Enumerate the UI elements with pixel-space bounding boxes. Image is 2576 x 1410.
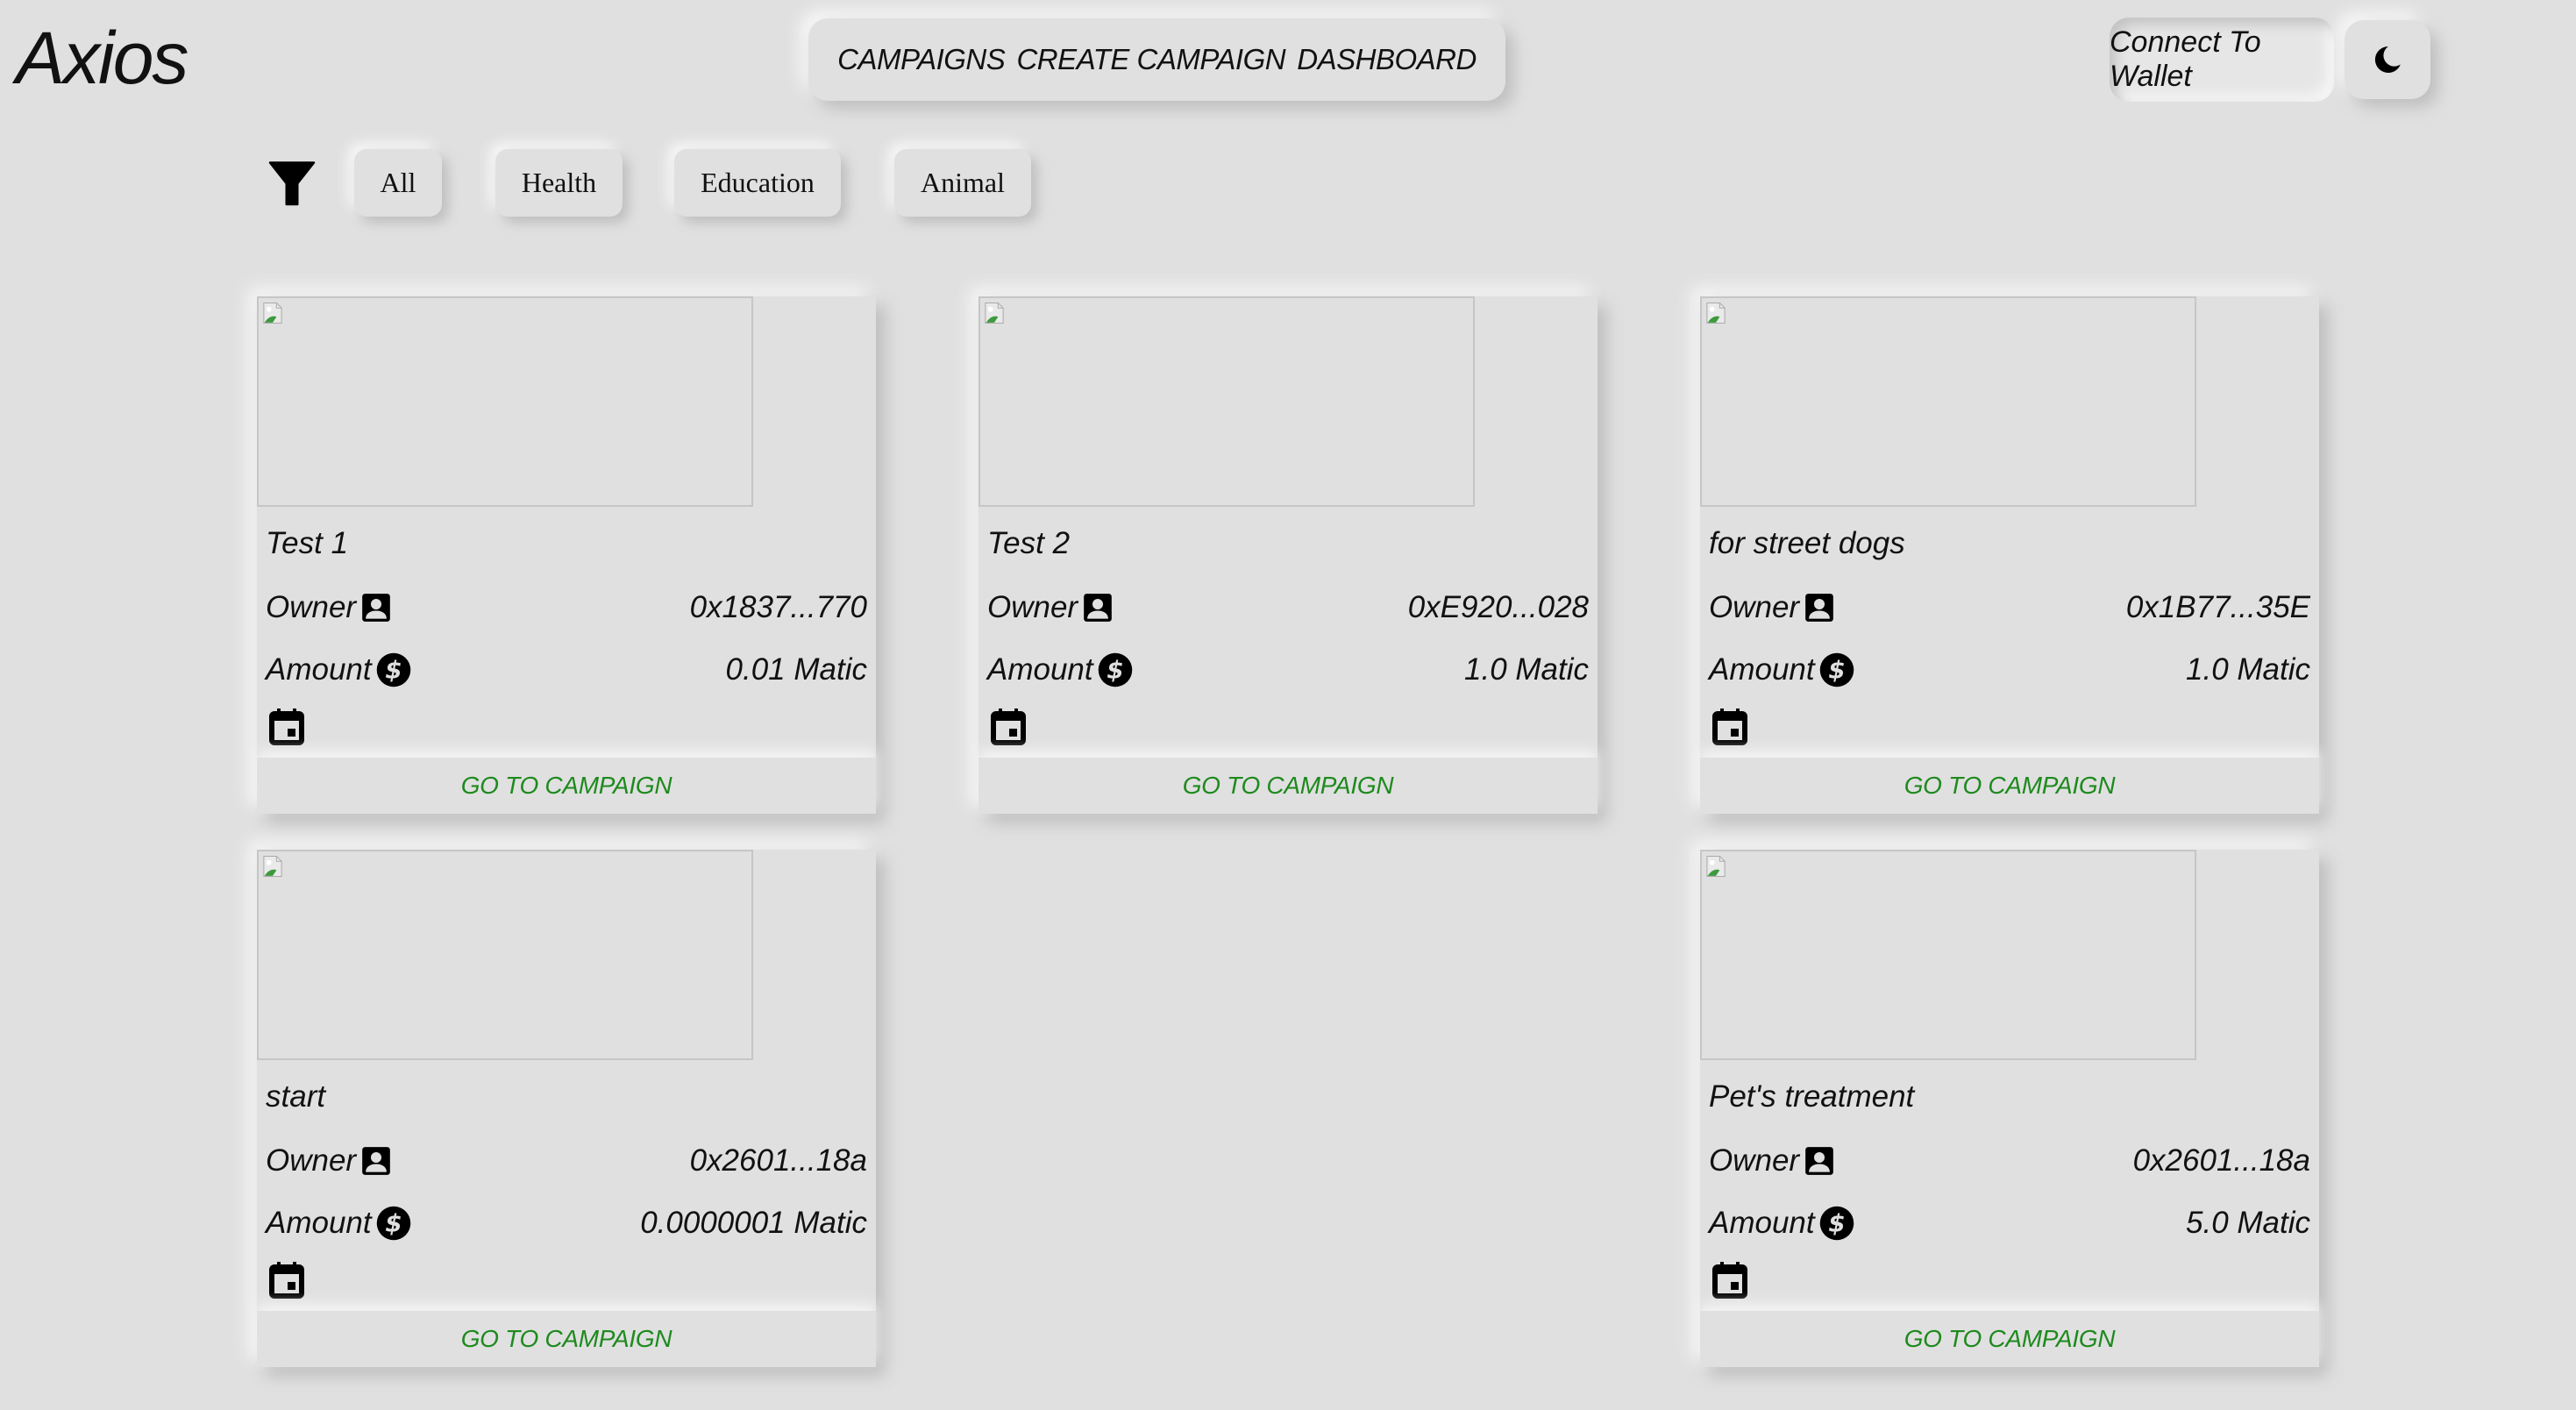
owner-row: Owner 0xE920...028	[987, 586, 1589, 630]
go-to-campaign-button[interactable]: GO TO CAMPAIGN	[257, 1311, 876, 1367]
owner-address: 0x1B77...35E	[2125, 590, 2310, 624]
campaign-image	[257, 296, 753, 507]
dollar-coin-icon: $	[376, 652, 410, 687]
go-to-campaign-button[interactable]: GO TO CAMPAIGN	[1700, 758, 2319, 814]
go-to-campaign-button[interactable]: GO TO CAMPAIGN	[1700, 1311, 2319, 1367]
owner-address: 0x2601...18a	[689, 1143, 867, 1178]
account-box-icon	[1805, 594, 1833, 622]
amount-label: Amount	[1709, 1206, 1815, 1240]
dollar-coin-icon: $	[1819, 652, 1854, 687]
owner-label: Owner	[266, 590, 357, 624]
amount-value: 0.01 Matic	[725, 652, 867, 687]
campaign-card: start Owner 0x2601...18a Amount $ 0.0000…	[257, 850, 876, 1367]
campaign-title: for street dogs	[1709, 526, 1905, 560]
amount-row: Amount $ 1.0 Matic	[1709, 648, 2310, 692]
amount-row: Amount $ 5.0 Matic	[1709, 1201, 2310, 1245]
owner-label: Owner	[266, 1143, 357, 1178]
broken-image-icon	[263, 302, 282, 324]
dollar-coin-icon: $	[1819, 1206, 1854, 1241]
account-box-icon	[1805, 1147, 1833, 1175]
amount-row: Amount $ 1.0 Matic	[987, 648, 1589, 692]
campaign-image	[1700, 850, 2196, 1060]
theme-toggle-button[interactable]	[2345, 20, 2430, 99]
owner-label: Owner	[1709, 1143, 1800, 1178]
dollar-coin-icon: $	[376, 1206, 410, 1241]
filter-chip-health[interactable]: Health	[495, 149, 623, 217]
calendar-icon	[269, 1262, 304, 1299]
amount-value: 0.0000001 Matic	[640, 1206, 867, 1240]
campaign-image	[1700, 296, 2196, 507]
calendar-icon	[991, 709, 1026, 745]
owner-row: Owner 0x2601...18a	[266, 1139, 867, 1183]
main-nav: CAMPAIGNS CREATE CAMPAIGN DASHBOARD	[808, 18, 1505, 101]
owner-row: Owner 0x1837...770	[266, 586, 867, 630]
nav-campaigns[interactable]: CAMPAIGNS	[837, 43, 1006, 76]
campaign-title: Test 1	[266, 526, 349, 560]
owner-label: Owner	[987, 590, 1078, 624]
amount-row: Amount $ 0.0000001 Matic	[266, 1201, 867, 1245]
owner-row: Owner 0x1B77...35E	[1709, 586, 2310, 630]
nav-create-campaign[interactable]: CREATE CAMPAIGN	[1016, 43, 1285, 76]
filter-chip-all[interactable]: All	[354, 149, 442, 217]
amount-label: Amount	[1709, 652, 1815, 687]
filter-chip-animal[interactable]: Animal	[894, 149, 1031, 217]
owner-address: 0xE920...028	[1407, 590, 1589, 624]
account-box-icon	[1084, 594, 1112, 622]
amount-value: 1.0 Matic	[1464, 652, 1589, 687]
amount-value: 5.0 Matic	[2186, 1206, 2310, 1240]
svg-text:$: $	[385, 1209, 402, 1238]
filter-icon	[268, 161, 316, 206]
filter-chip-education[interactable]: Education	[674, 149, 841, 217]
broken-image-icon	[1706, 855, 1726, 878]
broken-image-icon	[263, 855, 282, 878]
campaign-card: Test 2 Owner 0xE920...028 Amount $ 1.0 M…	[978, 296, 1598, 814]
campaign-image	[257, 850, 753, 1060]
dollar-coin-icon: $	[1098, 652, 1132, 687]
campaign-title: start	[266, 1079, 326, 1114]
owner-row: Owner 0x2601...18a	[1709, 1139, 2310, 1183]
campaign-image	[978, 296, 1475, 507]
owner-address: 0x2601...18a	[2132, 1143, 2310, 1178]
broken-image-icon	[1706, 302, 1726, 324]
nav-dashboard[interactable]: DASHBOARD	[1297, 43, 1477, 76]
owner-address: 0x1837...770	[689, 590, 867, 624]
campaign-card: Pet's treatment Owner 0x2601...18a Amoun…	[1700, 850, 2319, 1367]
svg-text:$: $	[1828, 1209, 1845, 1238]
go-to-campaign-button[interactable]: GO TO CAMPAIGN	[257, 758, 876, 814]
owner-label: Owner	[1709, 590, 1800, 624]
svg-text:$: $	[1828, 656, 1845, 685]
campaign-title: Test 2	[987, 526, 1071, 560]
campaign-card: Test 1 Owner 0x1837...770 Amount $ 0.01	[257, 296, 876, 814]
calendar-icon	[1712, 1262, 1747, 1299]
go-to-campaign-button[interactable]: GO TO CAMPAIGN	[978, 758, 1598, 814]
calendar-icon	[269, 709, 304, 745]
app-logo: Axios	[16, 17, 189, 99]
campaign-card: for street dogs Owner 0x1B77...35E Amoun…	[1700, 296, 2319, 814]
svg-text:$: $	[385, 656, 402, 685]
moon-icon	[2374, 46, 2401, 73]
account-box-icon	[362, 1147, 390, 1175]
broken-image-icon	[985, 302, 1004, 324]
connect-wallet-button[interactable]: Connect To Wallet	[2110, 18, 2334, 102]
amount-row: Amount $ 0.01 Matic	[266, 648, 867, 692]
campaign-title: Pet's treatment	[1709, 1079, 1915, 1114]
amount-label: Amount	[266, 1206, 372, 1240]
account-box-icon	[362, 594, 390, 622]
amount-label: Amount	[987, 652, 1093, 687]
amount-label: Amount	[266, 652, 372, 687]
amount-value: 1.0 Matic	[2186, 652, 2310, 687]
svg-text:$: $	[1107, 656, 1123, 685]
calendar-icon	[1712, 709, 1747, 745]
